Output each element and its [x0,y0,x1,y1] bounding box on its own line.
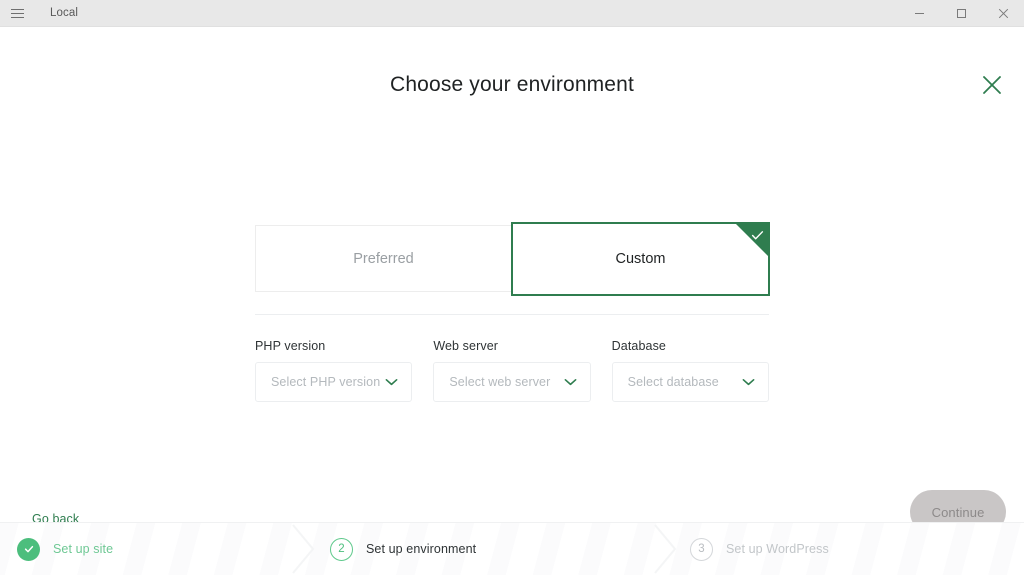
field-label: Web server [433,339,590,353]
stepper-step-set-up-environment[interactable]: 2 Set up environment [330,523,476,575]
setup-stepper: Set up site 2 Set up environment 3 Set u… [0,522,1024,575]
field-web-server: Web server Select web server [433,339,590,402]
php-version-select[interactable]: Select PHP version [255,362,412,402]
field-label: Database [612,339,769,353]
stepper-step-set-up-site[interactable]: Set up site [17,523,113,575]
step-label: Set up WordPress [726,542,829,556]
window-title: Local [50,7,78,19]
modal-close-button[interactable] [978,71,1006,99]
environment-setup-panel: Choose your environment Preferred Custom [0,27,1024,522]
window-titlebar: Local [0,0,1024,27]
step-status-circle [17,538,40,561]
close-x-icon [982,75,1002,95]
step-label: Set up site [53,542,113,556]
web-server-select[interactable]: Select web server [433,362,590,402]
environment-option-label: Preferred [353,251,413,267]
field-label: PHP version [255,339,412,353]
check-icon [23,543,35,555]
local-app-window: Local Choose your environment [0,0,1024,575]
step-number-circle: 2 [330,538,353,561]
close-button[interactable] [982,0,1024,26]
chevron-down-icon [742,378,755,386]
step-number-circle: 3 [690,538,713,561]
database-select-value: Select database [628,375,742,389]
hamburger-line [11,17,24,18]
environment-toggle-group: Preferred Custom [255,225,769,292]
check-icon [751,229,764,242]
chevron-down-icon [564,378,577,386]
step-separator-chevron [291,523,317,575]
environment-option-custom[interactable]: Custom [511,222,770,296]
minimize-icon [914,8,925,19]
chevron-down-icon [385,378,398,386]
field-php-version: PHP version Select PHP version [255,339,412,402]
web-server-select-value: Select web server [449,375,563,389]
minimize-button[interactable] [898,0,940,26]
maximize-button[interactable] [940,0,982,26]
hamburger-menu-icon[interactable] [0,0,34,26]
step-label: Set up environment [366,542,476,556]
hamburger-line [11,13,24,14]
step-separator-chevron [653,523,679,575]
environment-fields: PHP version Select PHP version Web serve… [255,339,769,402]
stepper-step-set-up-wordpress[interactable]: 3 Set up WordPress [690,523,829,575]
database-select[interactable]: Select database [612,362,769,402]
maximize-icon [956,8,967,19]
window-controls [898,0,1024,26]
page-title: Choose your environment [0,73,1024,97]
field-database: Database Select database [612,339,769,402]
environment-option-label: Custom [616,251,666,267]
php-version-select-value: Select PHP version [271,375,385,389]
section-divider [255,314,769,315]
hamburger-line [11,9,24,10]
close-icon [998,8,1009,19]
environment-option-preferred[interactable]: Preferred [255,225,511,292]
